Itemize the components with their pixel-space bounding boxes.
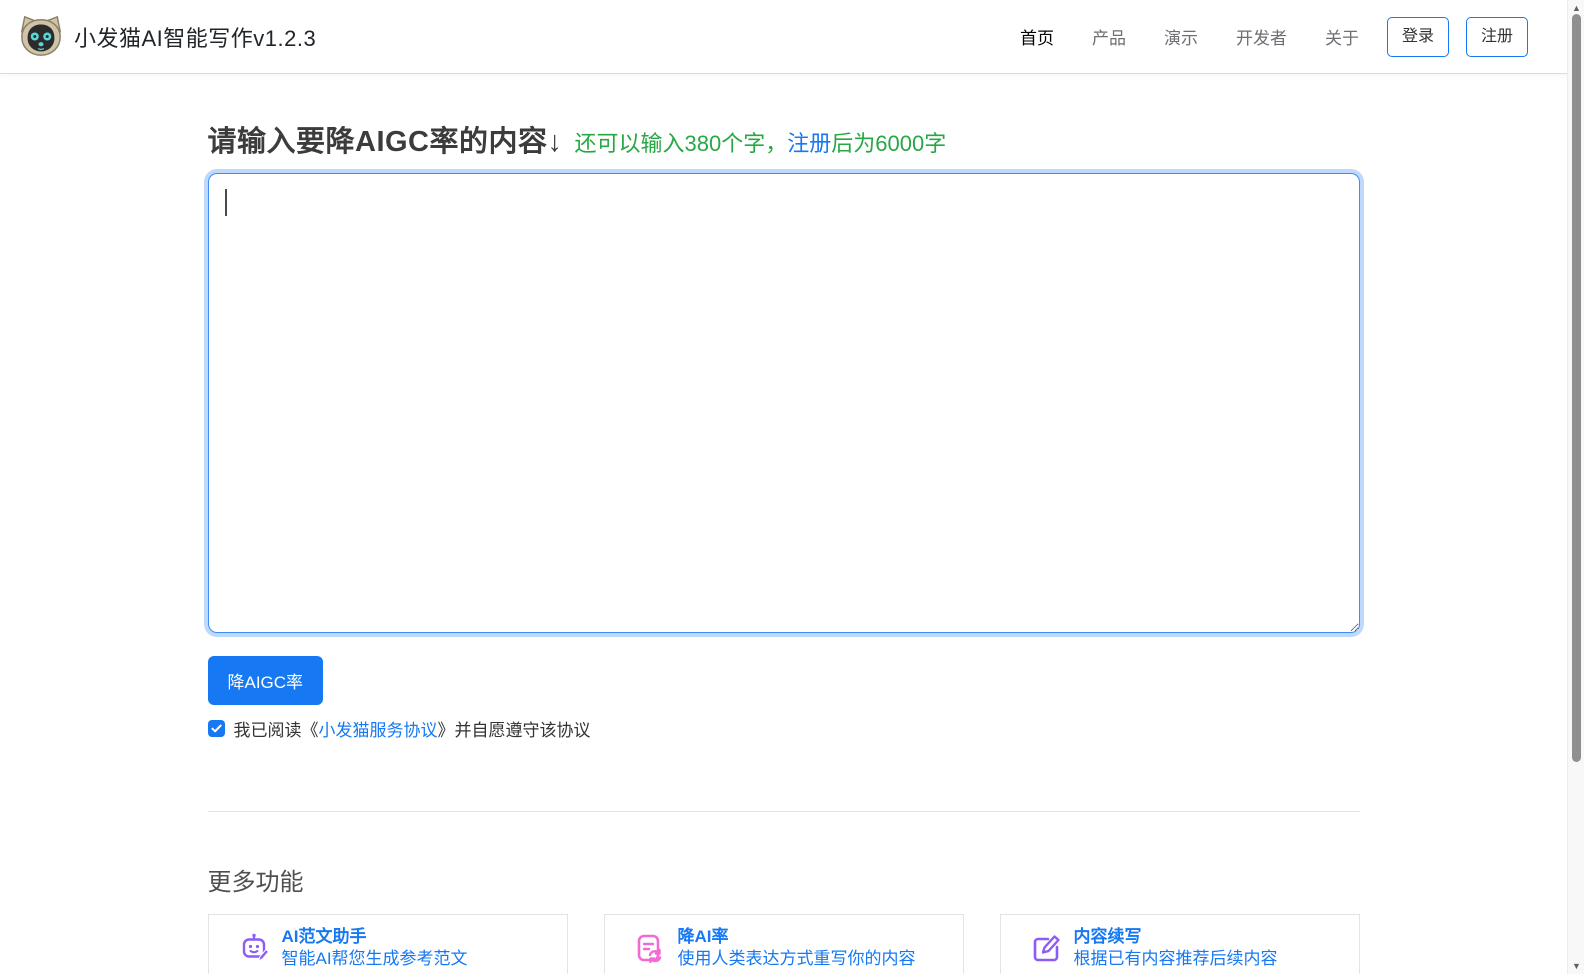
cat-logo-icon xyxy=(20,15,62,56)
card-desc: 根据已有内容推荐后续内容 xyxy=(1073,948,1278,968)
content-input-wrap xyxy=(207,173,1360,633)
service-agreement-link[interactable]: 小发猫服务协议 xyxy=(319,721,438,740)
app-title: 小发猫AI智能写作v1.2.3 xyxy=(74,25,317,51)
agreement-text: 我已阅读《小发猫服务协议》并自愿遵守该协议 xyxy=(234,716,591,741)
nav-item-demo[interactable]: 演示 xyxy=(1164,24,1198,49)
register-button[interactable]: 注册 xyxy=(1465,16,1528,57)
reduce-aigc-button[interactable]: 降AIGC率 xyxy=(207,656,324,705)
check-icon xyxy=(210,724,222,733)
content-input[interactable] xyxy=(207,173,1360,633)
nav-item-home[interactable]: 首页 xyxy=(1020,24,1054,49)
robot-pencil-icon xyxy=(239,933,269,963)
document-refresh-icon xyxy=(635,933,665,963)
vertical-scrollbar[interactable]: ▲ ▼ xyxy=(1567,0,1584,974)
brand[interactable]: 小发猫AI智能写作v1.2.3 xyxy=(18,14,316,60)
register-hint-link[interactable]: 注册 xyxy=(787,131,831,156)
registered-limit-text: 后为6000字 xyxy=(831,131,947,156)
scroll-down-arrow-icon[interactable]: ▼ xyxy=(1568,958,1584,974)
nav-item-products[interactable]: 产品 xyxy=(1092,24,1126,49)
more-features-title: 更多功能 xyxy=(207,869,304,896)
auth-buttons: 登录 注册 xyxy=(1386,16,1528,57)
card-title: AI范文助手 xyxy=(281,927,367,947)
agreement-prefix: 我已阅读《 xyxy=(233,721,319,740)
agreement-checkbox[interactable] xyxy=(207,720,225,737)
feature-card-continue-writing[interactable]: 内容续写 根据已有内容推荐后续内容 xyxy=(999,914,1360,974)
feature-cards: AI范文助手 智能AI帮您生成参考范文 降AI率 使用人类表达方式重写你的内容 … xyxy=(207,914,1360,974)
agreement-suffix: 》并自愿遵守该协议 xyxy=(437,721,591,740)
nav-item-about[interactable]: 关于 xyxy=(1325,24,1359,49)
chars-remaining-text: 还可以输入380个字， xyxy=(574,131,788,156)
char-limit-hint: 还可以输入380个字，注册后为6000字 xyxy=(575,126,947,158)
agreement-row: 我已阅读《小发猫服务协议》并自愿遵守该协议 xyxy=(207,716,1360,741)
section-divider xyxy=(207,811,1360,812)
edit-square-icon xyxy=(1031,933,1061,963)
nav-item-developers[interactable]: 开发者 xyxy=(1236,24,1287,49)
login-button[interactable]: 登录 xyxy=(1386,16,1449,57)
card-desc: 使用人类表达方式重写你的内容 xyxy=(677,948,916,968)
main-nav: 首页 产品 演示 开发者 关于 xyxy=(1020,24,1359,49)
scrollbar-thumb[interactable] xyxy=(1572,14,1581,762)
page-body: 请输入要降AIGC率的内容↓ 还可以输入380个字，注册后为6000字 降AIG… xyxy=(0,118,1567,974)
editor-heading-row: 请输入要降AIGC率的内容↓ 还可以输入380个字，注册后为6000字 xyxy=(208,118,1360,160)
card-desc: 智能AI帮您生成参考范文 xyxy=(281,948,468,968)
page-title: 请输入要降AIGC率的内容↓ xyxy=(207,126,563,158)
card-title: 降AI率 xyxy=(677,927,729,947)
top-navbar: 小发猫AI智能写作v1.2.3 首页 产品 演示 开发者 关于 登录 注册 xyxy=(0,0,1584,74)
feature-card-ai-sample[interactable]: AI范文助手 智能AI帮您生成参考范文 xyxy=(207,914,568,974)
card-title: 内容续写 xyxy=(1073,927,1142,947)
feature-card-reduce-ai[interactable]: 降AI率 使用人类表达方式重写你的内容 xyxy=(603,914,964,974)
